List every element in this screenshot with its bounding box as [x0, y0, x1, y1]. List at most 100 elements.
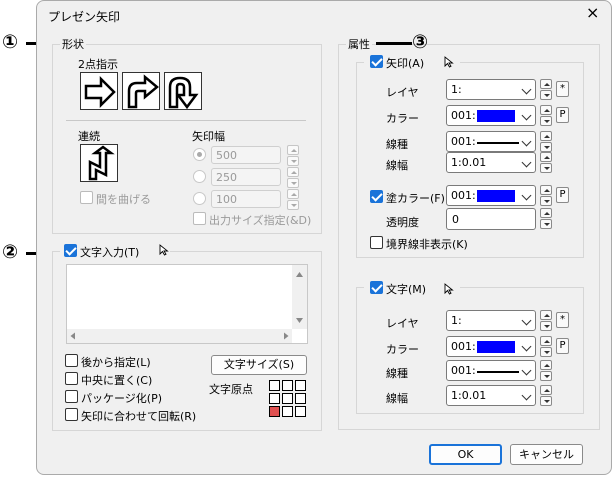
arrow-layer-select[interactable]: 1: — [446, 79, 536, 100]
width-500-field[interactable]: 500 — [211, 146, 281, 164]
text-origin-grid[interactable] — [269, 380, 309, 420]
bend-checkbox[interactable] — [80, 191, 93, 204]
text-checkbox[interactable] — [370, 281, 383, 294]
later-specify-checkbox[interactable] — [65, 354, 78, 367]
package-checkbox[interactable] — [65, 390, 78, 403]
text-layer-select[interactable]: 1: — [446, 310, 536, 331]
hide-border-label: 境界線非表示(K) — [386, 238, 468, 251]
arrow-line-width-select[interactable]: 1:0.01 — [446, 152, 536, 173]
text-origin-label: 文字原点 — [209, 383, 253, 396]
text-line-width-value: 1:0.01 — [451, 389, 487, 402]
arrow-color-p-button[interactable]: P — [556, 107, 569, 123]
width-radio-100[interactable] — [193, 192, 206, 205]
origin-bottom-left[interactable] — [269, 406, 280, 417]
fill-color-checkbox[interactable] — [370, 190, 383, 203]
arrow-color-select[interactable]: 001: — [446, 105, 536, 126]
text-line-width-select[interactable]: 1:0.01 — [446, 385, 536, 406]
width-100-stepper[interactable] — [287, 189, 299, 211]
text-color-p-button[interactable]: P — [556, 338, 569, 354]
width-250-field[interactable]: 250 — [211, 168, 281, 186]
bent-arrow-icon — [127, 74, 159, 109]
transparency-value: 0 — [452, 213, 459, 226]
text-line-type-select[interactable]: 001: — [446, 360, 536, 381]
transparency-stepper[interactable] — [540, 208, 552, 230]
origin-middle-right[interactable] — [295, 393, 306, 404]
origin-top-left[interactable] — [269, 380, 280, 391]
text-size-button[interactable]: 文字サイズ(S) — [211, 355, 307, 375]
text-line-type-stepper[interactable] — [540, 360, 552, 382]
annotation-1: ① — [2, 31, 19, 53]
text-label: 文字(M) — [386, 283, 427, 296]
text-color-select[interactable]: 001: — [446, 336, 536, 357]
text-line-width-stepper[interactable] — [540, 385, 552, 407]
text-layer-label: レイヤ — [386, 317, 419, 330]
u-turn-arrow-icon — [168, 76, 199, 110]
continuous-arrow-button[interactable] — [80, 144, 118, 182]
line-preview — [477, 371, 519, 373]
arrow-line-width-stepper[interactable] — [540, 152, 552, 174]
arrow-color-stepper[interactable] — [540, 105, 552, 127]
arrow-line-type-select[interactable]: 001: — [446, 131, 536, 152]
origin-top-right[interactable] — [295, 380, 306, 391]
chevron-down-icon — [521, 315, 532, 326]
arrow-layer-stepper[interactable] — [540, 79, 552, 101]
origin-top-center[interactable] — [282, 380, 293, 391]
arrow-width-label: 矢印幅 — [192, 130, 225, 143]
u-turn-arrow-button[interactable] — [164, 72, 202, 110]
arrow-line-width-label: 線幅 — [386, 159, 408, 172]
chevron-down-icon — [521, 341, 532, 352]
transparency-field[interactable]: 0 — [446, 208, 536, 230]
fill-color-select[interactable]: 001: — [446, 185, 536, 206]
arrow-line-type-stepper[interactable] — [540, 131, 552, 153]
hide-border-checkbox[interactable] — [370, 236, 383, 249]
fill-color-label: 塗カラー(F) — [386, 192, 445, 205]
output-size-label: 出力サイズ指定(&D) — [209, 214, 312, 227]
arrow-line-type-value: 001: — [451, 135, 476, 148]
rotate-with-arrow-checkbox[interactable] — [65, 408, 78, 421]
fill-color-p-button[interactable]: P — [556, 187, 569, 203]
ok-button[interactable]: OK — [429, 444, 502, 465]
chevron-down-icon — [521, 390, 532, 401]
scroll-arrows-icon — [296, 272, 303, 323]
arrow-layer-star-button[interactable]: * — [556, 81, 569, 97]
attributes-group-label: 属性 — [346, 36, 372, 52]
width-250-stepper[interactable] — [287, 167, 299, 189]
bend-label: 間を曲げる — [96, 193, 151, 206]
origin-bottom-center[interactable] — [282, 406, 293, 417]
arrow-line-type-label: 線種 — [386, 138, 408, 151]
center-place-label: 中央に置く(C) — [81, 374, 153, 387]
color-swatch — [477, 190, 515, 202]
origin-middle-left[interactable] — [269, 393, 280, 404]
text-color-value: 001: — [451, 340, 476, 353]
origin-middle-center[interactable] — [282, 393, 293, 404]
cancel-button[interactable]: キャンセル — [510, 444, 583, 465]
line-preview — [477, 142, 519, 144]
text-layer-stepper[interactable] — [540, 310, 552, 332]
arrow-checkbox[interactable] — [370, 55, 383, 68]
straight-arrow-button[interactable] — [80, 72, 118, 110]
width-radio-250[interactable] — [193, 170, 206, 183]
horizontal-scrollbar[interactable] — [67, 329, 292, 343]
output-size-checkbox[interactable] — [193, 212, 206, 225]
origin-bottom-right[interactable] — [295, 406, 306, 417]
shape-group-label: 形状 — [60, 36, 86, 52]
close-icon[interactable]: × — [586, 5, 599, 21]
text-layer-star-button[interactable]: * — [556, 312, 569, 328]
text-line-type-label: 線種 — [386, 367, 408, 380]
width-500-stepper[interactable] — [287, 145, 299, 167]
annotation-2: ② — [2, 241, 19, 263]
bent-arrow-button[interactable] — [122, 72, 160, 110]
annotation-3: ③ — [412, 31, 429, 53]
continuous-label: 連続 — [78, 130, 100, 143]
fill-color-stepper[interactable] — [540, 185, 552, 207]
vertical-scrollbar[interactable] — [292, 265, 307, 329]
width-100-field[interactable]: 100 — [211, 190, 281, 208]
separator — [66, 120, 306, 121]
chevron-down-icon — [521, 84, 532, 95]
zigzag-arrow-icon — [88, 145, 115, 181]
chevron-down-icon — [521, 110, 532, 121]
text-input-checkbox[interactable] — [64, 244, 77, 257]
text-color-stepper[interactable] — [540, 336, 552, 358]
center-place-checkbox[interactable] — [65, 372, 78, 385]
width-radio-500[interactable] — [193, 148, 206, 161]
